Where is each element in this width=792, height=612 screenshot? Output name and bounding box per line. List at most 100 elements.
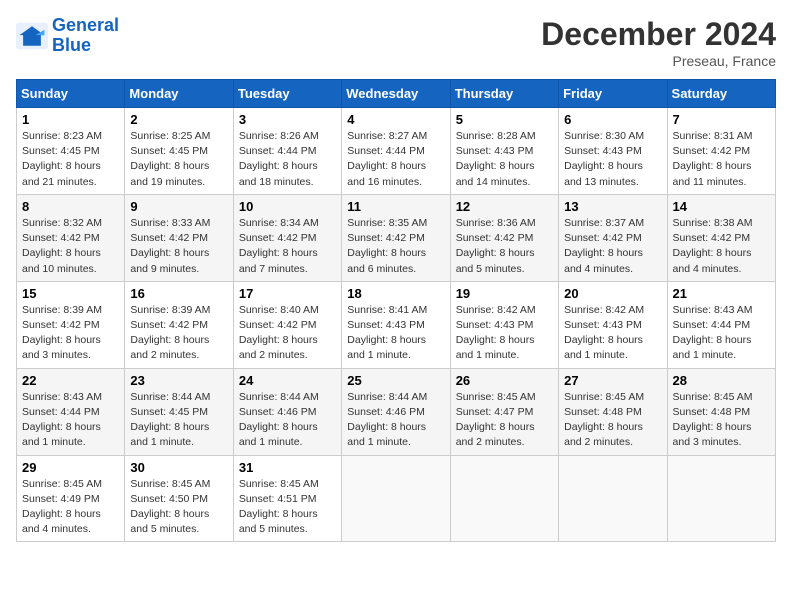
day-number: 1 bbox=[22, 112, 119, 127]
day-cell: 23Sunrise: 8:44 AM Sunset: 4:45 PM Dayli… bbox=[125, 368, 233, 455]
day-info: Sunrise: 8:43 AM Sunset: 4:44 PM Dayligh… bbox=[673, 303, 770, 364]
day-number: 16 bbox=[130, 286, 227, 301]
day-cell: 28 Sunrise: 8:45 AM Sunset: 4:48 PM Dayli… bbox=[667, 368, 775, 455]
day-info: Sunrise: 8:45 AM Sunset: 4:47 PM Dayligh… bbox=[456, 390, 553, 451]
header-cell-sunday: Sunday bbox=[17, 80, 125, 108]
day-number: 18 bbox=[347, 286, 444, 301]
day-cell bbox=[667, 455, 775, 542]
title-block: December 2024 Preseau, France bbox=[541, 16, 776, 69]
day-info: Sunrise: 8:25 AM Sunset: 4:45 PM Dayligh… bbox=[130, 129, 227, 190]
day-info: Sunrise: 8:34 AM Sunset: 4:42 PM Dayligh… bbox=[239, 216, 336, 277]
day-cell: 22 Sunrise: 8:43 AM Sunset: 4:44 PM Dayli… bbox=[17, 368, 125, 455]
day-cell: 18 Sunrise: 8:41 AM Sunset: 4:43 PM Dayli… bbox=[342, 281, 450, 368]
calendar-header: SundayMondayTuesdayWednesdayThursdayFrid… bbox=[17, 80, 776, 108]
day-number: 26 bbox=[456, 373, 553, 388]
day-cell: 25 Sunrise: 8:44 AM Sunset: 4:46 PM Dayli… bbox=[342, 368, 450, 455]
day-info: Sunrise: 8:45 AM Sunset: 4:48 PM Dayligh… bbox=[564, 390, 661, 451]
day-cell: 8Sunrise: 8:32 AM Sunset: 4:42 PM Daylig… bbox=[17, 194, 125, 281]
day-number: 9 bbox=[130, 199, 227, 214]
day-info: Sunrise: 8:42 AM Sunset: 4:43 PM Dayligh… bbox=[564, 303, 661, 364]
day-cell: 11Sunrise: 8:35 AM Sunset: 4:42 PM Dayli… bbox=[342, 194, 450, 281]
day-info: Sunrise: 8:27 AM Sunset: 4:44 PM Dayligh… bbox=[347, 129, 444, 190]
day-info: Sunrise: 8:44 AM Sunset: 4:45 PM Dayligh… bbox=[130, 390, 227, 451]
day-info: Sunrise: 8:30 AM Sunset: 4:43 PM Dayligh… bbox=[564, 129, 661, 190]
day-info: Sunrise: 8:45 AM Sunset: 4:51 PM Dayligh… bbox=[239, 477, 336, 538]
logo-text: General Blue bbox=[52, 16, 119, 56]
logo-line1: General bbox=[52, 15, 119, 35]
day-cell bbox=[342, 455, 450, 542]
day-cell: 1Sunrise: 8:23 AM Sunset: 4:45 PM Daylig… bbox=[17, 108, 125, 195]
day-info: Sunrise: 8:41 AM Sunset: 4:43 PM Dayligh… bbox=[347, 303, 444, 364]
week-row-5: 29 Sunrise: 8:45 AM Sunset: 4:49 PM Dayli… bbox=[17, 455, 776, 542]
day-cell: 21 Sunrise: 8:43 AM Sunset: 4:44 PM Dayli… bbox=[667, 281, 775, 368]
day-number: 17 bbox=[239, 286, 336, 301]
day-info: Sunrise: 8:39 AM Sunset: 4:42 PM Dayligh… bbox=[130, 303, 227, 364]
calendar-body: 1Sunrise: 8:23 AM Sunset: 4:45 PM Daylig… bbox=[17, 108, 776, 542]
week-row-3: 15Sunrise: 8:39 AM Sunset: 4:42 PM Dayli… bbox=[17, 281, 776, 368]
day-number: 29 bbox=[22, 460, 119, 475]
header-cell-saturday: Saturday bbox=[667, 80, 775, 108]
day-number: 11 bbox=[347, 199, 444, 214]
day-cell: 26 Sunrise: 8:45 AM Sunset: 4:47 PM Dayli… bbox=[450, 368, 558, 455]
day-cell: 2 Sunrise: 8:25 AM Sunset: 4:45 PM Daylig… bbox=[125, 108, 233, 195]
day-cell bbox=[450, 455, 558, 542]
day-number: 5 bbox=[456, 112, 553, 127]
day-info: Sunrise: 8:37 AM Sunset: 4:42 PM Dayligh… bbox=[564, 216, 661, 277]
day-number: 19 bbox=[456, 286, 553, 301]
day-cell: 19Sunrise: 8:42 AM Sunset: 4:43 PM Dayli… bbox=[450, 281, 558, 368]
day-cell: 27 Sunrise: 8:45 AM Sunset: 4:48 PM Dayli… bbox=[559, 368, 667, 455]
day-cell: 24 Sunrise: 8:44 AM Sunset: 4:46 PM Dayli… bbox=[233, 368, 341, 455]
day-info: Sunrise: 8:45 AM Sunset: 4:49 PM Dayligh… bbox=[22, 477, 119, 538]
day-number: 30 bbox=[130, 460, 227, 475]
header-row: SundayMondayTuesdayWednesdayThursdayFrid… bbox=[17, 80, 776, 108]
day-number: 7 bbox=[673, 112, 770, 127]
header-cell-friday: Friday bbox=[559, 80, 667, 108]
day-number: 22 bbox=[22, 373, 119, 388]
header-cell-monday: Monday bbox=[125, 80, 233, 108]
day-info: Sunrise: 8:36 AM Sunset: 4:42 PM Dayligh… bbox=[456, 216, 553, 277]
day-number: 24 bbox=[239, 373, 336, 388]
day-cell: 12Sunrise: 8:36 AM Sunset: 4:42 PM Dayli… bbox=[450, 194, 558, 281]
day-number: 14 bbox=[673, 199, 770, 214]
day-info: Sunrise: 8:28 AM Sunset: 4:43 PM Dayligh… bbox=[456, 129, 553, 190]
calendar-table: SundayMondayTuesdayWednesdayThursdayFrid… bbox=[16, 79, 776, 542]
day-cell: 9 Sunrise: 8:33 AM Sunset: 4:42 PM Daylig… bbox=[125, 194, 233, 281]
day-info: Sunrise: 8:39 AM Sunset: 4:42 PM Dayligh… bbox=[22, 303, 119, 364]
day-number: 28 bbox=[673, 373, 770, 388]
day-number: 13 bbox=[564, 199, 661, 214]
page-header: General Blue December 2024 Preseau, Fran… bbox=[16, 16, 776, 69]
day-cell: 15Sunrise: 8:39 AM Sunset: 4:42 PM Dayli… bbox=[17, 281, 125, 368]
day-cell: 6Sunrise: 8:30 AM Sunset: 4:43 PM Daylig… bbox=[559, 108, 667, 195]
day-number: 21 bbox=[673, 286, 770, 301]
logo-line2: Blue bbox=[52, 35, 91, 55]
day-info: Sunrise: 8:44 AM Sunset: 4:46 PM Dayligh… bbox=[239, 390, 336, 451]
week-row-4: 22 Sunrise: 8:43 AM Sunset: 4:44 PM Dayli… bbox=[17, 368, 776, 455]
day-info: Sunrise: 8:45 AM Sunset: 4:48 PM Dayligh… bbox=[673, 390, 770, 451]
day-cell: 29 Sunrise: 8:45 AM Sunset: 4:49 PM Dayli… bbox=[17, 455, 125, 542]
day-cell: 7 Sunrise: 8:31 AM Sunset: 4:42 PM Daylig… bbox=[667, 108, 775, 195]
day-number: 3 bbox=[239, 112, 336, 127]
day-cell: 17 Sunrise: 8:40 AM Sunset: 4:42 PM Dayli… bbox=[233, 281, 341, 368]
day-info: Sunrise: 8:40 AM Sunset: 4:42 PM Dayligh… bbox=[239, 303, 336, 364]
day-number: 27 bbox=[564, 373, 661, 388]
day-number: 4 bbox=[347, 112, 444, 127]
day-info: Sunrise: 8:43 AM Sunset: 4:44 PM Dayligh… bbox=[22, 390, 119, 451]
logo: General Blue bbox=[16, 16, 119, 56]
location-subtitle: Preseau, France bbox=[541, 53, 776, 69]
day-cell: 14Sunrise: 8:38 AM Sunset: 4:42 PM Dayli… bbox=[667, 194, 775, 281]
logo-icon bbox=[16, 22, 48, 50]
header-cell-wednesday: Wednesday bbox=[342, 80, 450, 108]
day-number: 31 bbox=[239, 460, 336, 475]
day-number: 10 bbox=[239, 199, 336, 214]
day-number: 2 bbox=[130, 112, 227, 127]
day-info: Sunrise: 8:33 AM Sunset: 4:42 PM Dayligh… bbox=[130, 216, 227, 277]
day-info: Sunrise: 8:26 AM Sunset: 4:44 PM Dayligh… bbox=[239, 129, 336, 190]
header-cell-thursday: Thursday bbox=[450, 80, 558, 108]
day-number: 25 bbox=[347, 373, 444, 388]
day-info: Sunrise: 8:44 AM Sunset: 4:46 PM Dayligh… bbox=[347, 390, 444, 451]
day-info: Sunrise: 8:31 AM Sunset: 4:42 PM Dayligh… bbox=[673, 129, 770, 190]
day-number: 8 bbox=[22, 199, 119, 214]
day-cell: 4 Sunrise: 8:27 AM Sunset: 4:44 PM Daylig… bbox=[342, 108, 450, 195]
month-title: December 2024 bbox=[541, 16, 776, 53]
week-row-2: 8Sunrise: 8:32 AM Sunset: 4:42 PM Daylig… bbox=[17, 194, 776, 281]
